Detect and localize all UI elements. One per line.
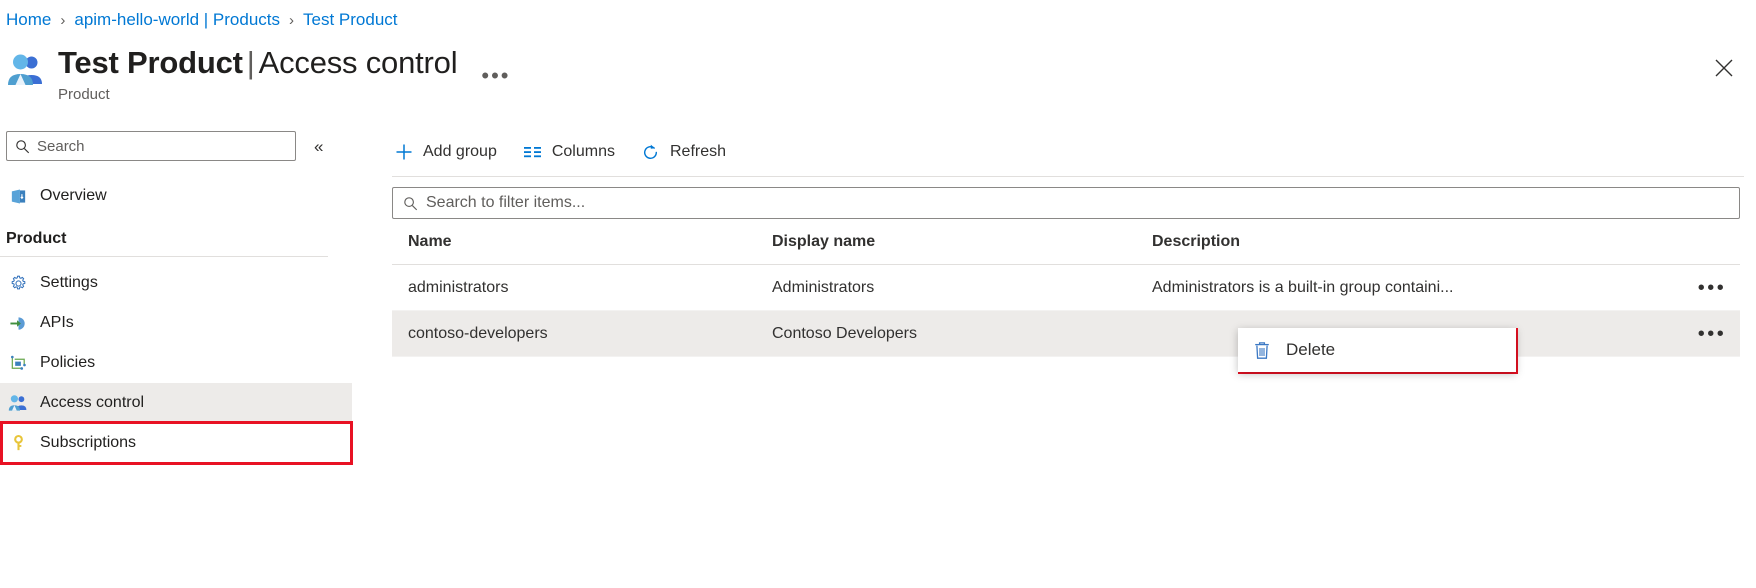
sidebar-item-policies[interactable]: Policies bbox=[0, 343, 352, 383]
plus-icon bbox=[394, 142, 414, 162]
breadcrumb-item-test-product[interactable]: Test Product bbox=[303, 10, 398, 30]
column-header-name[interactable]: Name bbox=[392, 233, 772, 251]
sidebar-search-row: Search « bbox=[0, 128, 352, 164]
page-title-sub: Access control bbox=[259, 45, 458, 80]
column-header-display-name[interactable]: Display name bbox=[772, 233, 1152, 251]
add-group-label: Add group bbox=[423, 143, 497, 161]
sidebar-item-settings[interactable]: Settings bbox=[0, 263, 352, 303]
people-icon bbox=[8, 393, 28, 413]
sidebar-group-title: Product bbox=[0, 230, 352, 248]
add-group-button[interactable]: Add group bbox=[392, 136, 499, 168]
groups-table: Name Display name Description administra… bbox=[392, 219, 1740, 357]
overview-icon bbox=[8, 186, 28, 206]
page-title: Test Product|Access control bbox=[58, 44, 457, 82]
breadcrumb: Home › apim-hello-world | Products › Tes… bbox=[6, 8, 398, 32]
row-context-menu-button[interactable]: ••• bbox=[1684, 283, 1740, 293]
search-icon bbox=[15, 139, 30, 154]
breadcrumb-item-home[interactable]: Home bbox=[6, 10, 51, 30]
cell-display-name: Administrators bbox=[772, 279, 1152, 297]
collapse-sidebar-button[interactable]: « bbox=[314, 138, 323, 155]
table-row[interactable]: administrators Administrators Administra… bbox=[392, 265, 1740, 311]
gear-icon bbox=[8, 273, 28, 293]
sidebar-item-subscriptions[interactable]: Subscriptions bbox=[0, 423, 352, 463]
sidebar-item-access-control[interactable]: Access control bbox=[0, 383, 352, 423]
breadcrumb-item-products[interactable]: apim-hello-world | Products bbox=[74, 10, 280, 30]
cell-description: Administrators is a built-in group conta… bbox=[1152, 279, 1684, 297]
row-context-menu-button[interactable]: ••• bbox=[1684, 329, 1740, 339]
main-content: Add group Columns bbox=[380, 128, 1756, 588]
api-arrow-icon bbox=[8, 313, 28, 333]
page-header: Test Product|Access control Product ••• bbox=[6, 44, 511, 104]
column-header-description[interactable]: Description bbox=[1152, 233, 1684, 251]
sidebar-item-label: Settings bbox=[40, 274, 98, 292]
columns-icon bbox=[523, 142, 543, 162]
sidebar-item-label: Subscriptions bbox=[40, 434, 136, 452]
refresh-button[interactable]: Refresh bbox=[639, 136, 728, 168]
context-menu-item-label: Delete bbox=[1286, 340, 1335, 360]
sidebar-item-label: APIs bbox=[40, 314, 74, 332]
table-header-row: Name Display name Description bbox=[392, 219, 1740, 265]
more-options-button[interactable]: ••• bbox=[481, 66, 510, 86]
sidebar: Search « Overview Product Settings bbox=[0, 128, 352, 588]
sidebar-item-label: Policies bbox=[40, 354, 95, 372]
ellipsis-icon: ••• bbox=[1698, 283, 1727, 293]
close-button[interactable] bbox=[1708, 52, 1740, 84]
cell-name: contoso-developers bbox=[392, 325, 772, 343]
close-icon bbox=[1715, 59, 1733, 77]
search-input[interactable]: Search bbox=[6, 131, 296, 161]
breadcrumb-separator: › bbox=[289, 13, 294, 28]
columns-label: Columns bbox=[552, 143, 615, 161]
refresh-icon bbox=[641, 142, 661, 162]
cell-name: administrators bbox=[392, 279, 772, 297]
key-icon bbox=[8, 433, 28, 453]
filter-placeholder: Search to filter items... bbox=[426, 194, 585, 212]
context-menu-item-delete[interactable]: Delete bbox=[1252, 340, 1335, 361]
toolbar-divider bbox=[392, 176, 1744, 177]
search-icon bbox=[403, 196, 418, 211]
policies-icon bbox=[8, 353, 28, 373]
sidebar-item-label: Access control bbox=[40, 394, 144, 412]
breadcrumb-separator: › bbox=[60, 13, 65, 28]
ellipsis-icon: ••• bbox=[1698, 329, 1727, 339]
command-bar: Add group Columns bbox=[380, 128, 1756, 176]
page-subtitle: Product bbox=[58, 86, 457, 104]
refresh-label: Refresh bbox=[670, 143, 726, 161]
sidebar-item-overview[interactable]: Overview bbox=[0, 176, 352, 216]
sidebar-item-apis[interactable]: APIs bbox=[0, 303, 352, 343]
people-icon bbox=[6, 50, 48, 92]
columns-button[interactable]: Columns bbox=[521, 136, 617, 168]
page-title-main: Test Product bbox=[58, 45, 243, 80]
filter-input[interactable]: Search to filter items... bbox=[392, 187, 1740, 219]
page-title-separator: | bbox=[243, 45, 259, 80]
sidebar-divider bbox=[0, 256, 328, 257]
sidebar-item-label: Overview bbox=[40, 187, 107, 205]
cell-display-name: Contoso Developers bbox=[772, 325, 1152, 343]
context-menu: Delete bbox=[1238, 328, 1516, 372]
trash-icon bbox=[1252, 340, 1272, 361]
search-placeholder: Search bbox=[37, 138, 85, 155]
table-row[interactable]: contoso-developers Contoso Developers ••… bbox=[392, 311, 1740, 357]
